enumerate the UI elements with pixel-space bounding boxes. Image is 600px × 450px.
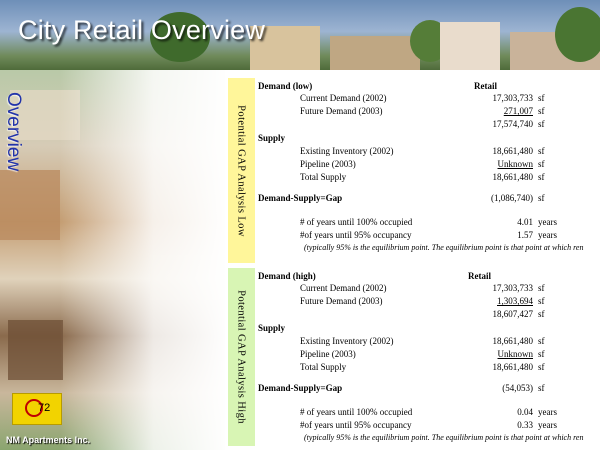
gap-value: (54,053) [502, 383, 533, 393]
gap-label: Demand-Supply=Gap [258, 383, 343, 393]
row-unit: sf [538, 93, 545, 103]
row-value: 18,661,480 [492, 336, 534, 346]
supply-header: Supply [258, 323, 286, 333]
panel-rail-label: Potential GAP Analysis High [235, 290, 247, 424]
equilibrium-note: (typically 95% is the equilibrium point.… [304, 243, 584, 252]
row-unit: sf [538, 362, 545, 372]
row-label: Current Demand (2002) [300, 283, 387, 293]
row-unit: sf [538, 106, 545, 116]
gap-value: (1,086,740) [491, 193, 533, 203]
row-value: 0.33 [517, 420, 533, 430]
row-value: 18,661,480 [492, 146, 534, 156]
row-label: # of years until 100% occupied [300, 407, 413, 417]
row-value: 1.57 [517, 230, 533, 240]
demand-header: Demand (low) [258, 81, 313, 91]
row-label: Existing Inventory (2002) [300, 146, 394, 156]
row-unit: sf [538, 383, 545, 393]
row-unit: sf [538, 309, 545, 319]
equilibrium-note: (typically 95% is the equilibrium point.… [304, 433, 584, 442]
row-unit: sf [538, 172, 545, 182]
page-title: City Retail Overview [18, 15, 266, 45]
demand-header: Demand (high) [258, 271, 316, 281]
row-value: 18,661,480 [492, 362, 534, 372]
row-unit: sf [538, 193, 545, 203]
row-value: 271,007 [503, 106, 533, 116]
collage-photo [8, 320, 63, 380]
row-label: Future Demand (2003) [300, 106, 383, 116]
row-value: Unknown [497, 159, 534, 169]
row-total: 17,574,740 [492, 119, 534, 129]
row-label: Pipeline (2003) [300, 349, 356, 359]
row-value: 1,303,694 [497, 296, 533, 306]
row-value: 0.04 [517, 407, 533, 417]
row-unit: sf [538, 296, 545, 306]
banner-photo-building [440, 22, 500, 70]
panel-rail: Potential GAP Analysis High [228, 268, 255, 446]
row-value: 17,303,733 [492, 283, 534, 293]
row-unit: years [538, 230, 557, 240]
row-label: #of years until 95% occupancy [300, 420, 412, 430]
column-header: Retail [468, 271, 491, 281]
gap-label: Demand-Supply=Gap [258, 193, 343, 203]
row-label: # of years until 100% occupied [300, 217, 413, 227]
row-unit: sf [538, 146, 545, 156]
row-label: Total Supply [300, 172, 347, 182]
row-total: 18,607,427 [492, 309, 534, 319]
gap-analysis-low-panel: Potential GAP Analysis Low Demand (low) … [228, 78, 595, 263]
panel-rail: Potential GAP Analysis Low [228, 78, 255, 263]
panel-rail-label: Potential GAP Analysis Low [235, 104, 247, 237]
banner-photo-tree [555, 7, 600, 62]
row-value: 18,661,480 [492, 172, 534, 182]
row-unit: sf [538, 349, 545, 359]
collage-photo [0, 170, 60, 240]
row-label: #of years until 95% occupancy [300, 230, 412, 240]
row-label: Future Demand (2003) [300, 296, 383, 306]
row-unit: sf [538, 283, 545, 293]
company-name: NM Apartments Inc. [6, 435, 91, 445]
gap-analysis-high-panel: Potential GAP Analysis High Demand (high… [228, 268, 595, 446]
supply-header: Supply [258, 133, 286, 143]
row-unit: sf [538, 159, 545, 169]
row-unit: years [538, 217, 557, 227]
row-unit: years [538, 407, 557, 417]
banner-photo-building [330, 36, 420, 70]
section-label: Overview [3, 92, 24, 172]
row-label: Total Supply [300, 362, 347, 372]
collage-fade [60, 70, 225, 450]
company-logo [12, 393, 62, 425]
row-label: Pipeline (2003) [300, 159, 356, 169]
row-label: Current Demand (2002) [300, 93, 387, 103]
row-unit: years [538, 420, 557, 430]
row-unit: sf [538, 119, 545, 129]
row-unit: sf [538, 336, 545, 346]
row-label: Existing Inventory (2002) [300, 336, 394, 346]
column-header: Retail [474, 81, 497, 91]
row-value: 17,303,733 [492, 93, 534, 103]
row-value: Unknown [497, 349, 534, 359]
logo-number: 72 [38, 402, 51, 414]
header-banner: City Retail Overview [0, 0, 600, 70]
row-value: 4.01 [517, 217, 533, 227]
